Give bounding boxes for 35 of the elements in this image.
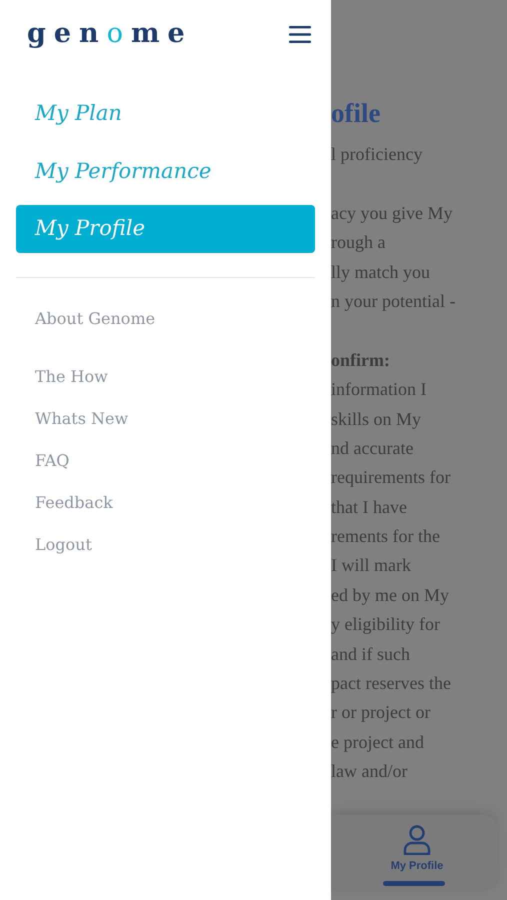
logo: gen o me xyxy=(27,16,193,51)
nav-link[interactable]: Logout xyxy=(16,524,315,566)
body-text: acy you give My xyxy=(331,202,454,225)
person-icon xyxy=(402,825,431,855)
body-text: ed by me on My xyxy=(331,584,450,607)
tab-indicator xyxy=(383,880,445,886)
body-text: r or project or xyxy=(331,701,432,724)
nav-item[interactable]: My Plan xyxy=(16,90,315,138)
body-text: rough a xyxy=(331,231,386,254)
nav-item[interactable]: My Profile xyxy=(16,205,315,252)
page-title: ofile xyxy=(331,97,382,130)
body-text: that I have xyxy=(331,496,408,519)
body-text: y eligibility for xyxy=(331,613,441,636)
nav-link[interactable]: Feedback xyxy=(16,482,315,524)
body-text: requirements for xyxy=(331,466,452,490)
menu-icon[interactable] xyxy=(289,26,311,42)
body-text: nd accurate xyxy=(331,436,414,460)
body-text: n your potential - xyxy=(331,290,456,313)
nav-link[interactable]: About Genome xyxy=(16,298,315,340)
body-text: pact reserves the xyxy=(331,672,452,696)
body-text: rements for the xyxy=(331,525,441,548)
body-text: e project and xyxy=(331,730,425,754)
nav-link[interactable]: FAQ xyxy=(16,440,315,482)
body-text: skills on My xyxy=(331,408,422,431)
tab[interactable]: My Profile xyxy=(390,825,444,874)
nav-item[interactable]: My Performance xyxy=(16,148,315,195)
body-text: I will mark xyxy=(331,554,412,578)
nav-link[interactable]: Whats New xyxy=(16,398,315,440)
body-text: l proficiency xyxy=(331,143,424,166)
body-text: information I xyxy=(331,378,428,402)
body-text: law and/or xyxy=(331,760,408,784)
nav-link[interactable]: The How xyxy=(16,356,315,398)
body-text: onfirm: xyxy=(331,348,391,372)
body-text: and if such xyxy=(331,642,411,666)
body-text: lly match you xyxy=(331,260,431,284)
